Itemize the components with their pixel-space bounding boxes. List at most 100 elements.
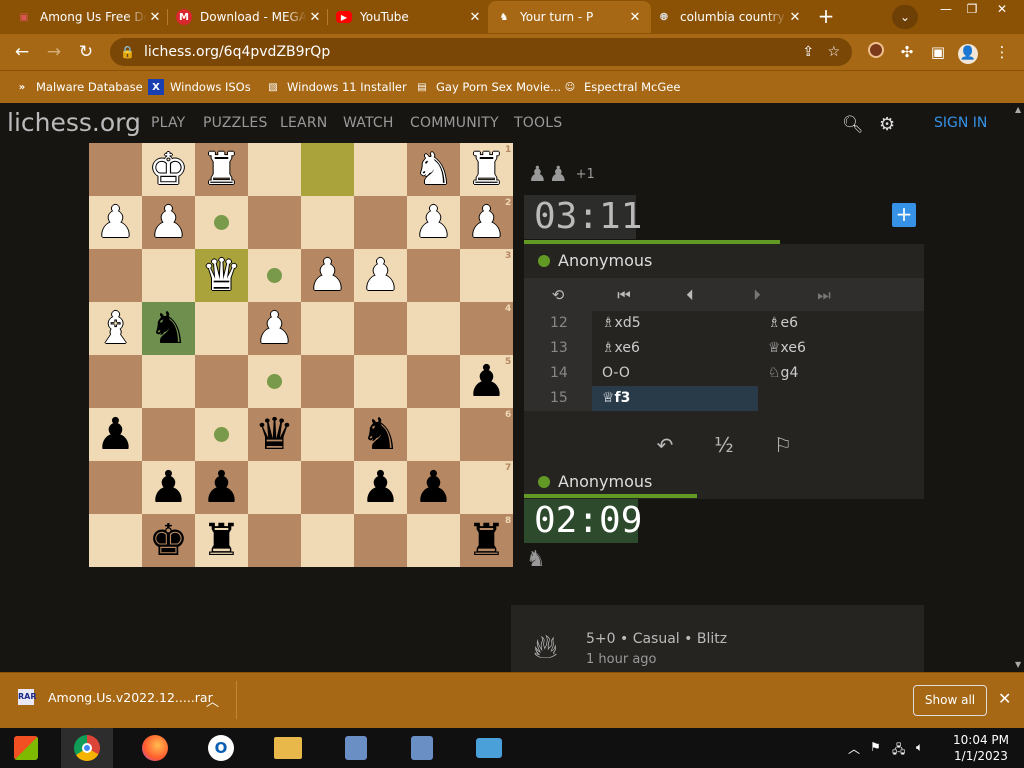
chevron-up-icon[interactable]: ︿ [848, 740, 860, 757]
network-tray-icon[interactable]: 🖧 [892, 740, 905, 761]
firefox-icon[interactable] [129, 728, 181, 768]
square-c1[interactable] [354, 143, 407, 196]
close-window-button[interactable]: ✕ [988, 0, 1016, 18]
minimize-button[interactable]: — [932, 0, 960, 18]
square-c5[interactable] [354, 355, 407, 408]
square-b2[interactable] [407, 196, 460, 249]
scroll-down-icon[interactable]: ▼ [1015, 660, 1021, 669]
square-f5[interactable] [195, 355, 248, 408]
bookmark-item[interactable]: ☺ Espectral McGee [562, 77, 681, 97]
white-move[interactable]: ♗xe6 [592, 336, 758, 361]
new-tab-button[interactable]: + [814, 5, 838, 29]
move-hint-dot[interactable] [267, 374, 282, 389]
last-move-icon[interactable]: ⏭ [812, 283, 836, 307]
square-f8[interactable] [195, 514, 248, 567]
edge-icon[interactable]: O [195, 728, 247, 768]
move-hint-dot[interactable] [267, 268, 282, 283]
square-g7[interactable] [142, 461, 195, 514]
chrome-icon[interactable] [61, 728, 113, 768]
close-tab-icon[interactable]: ✕ [787, 10, 803, 25]
square-b5[interactable] [407, 355, 460, 408]
close-tab-icon[interactable]: ✕ [307, 10, 323, 25]
offer-draw-button[interactable]: ½ [709, 433, 739, 457]
tab-lichess[interactable]: ♞ Your turn - P ✕ [488, 1, 651, 33]
installer-icon[interactable] [330, 728, 382, 768]
square-g1[interactable] [142, 143, 195, 196]
square-d4[interactable] [301, 302, 354, 355]
nav-learn[interactable]: LEARN [280, 115, 327, 131]
square-b4[interactable] [407, 302, 460, 355]
first-move-icon[interactable]: ⏮ [612, 283, 636, 307]
square-d5[interactable] [301, 355, 354, 408]
square-b1[interactable] [407, 143, 460, 196]
bookmark-item[interactable]: » Malware Database [14, 77, 143, 97]
nav-watch[interactable]: WATCH [343, 115, 394, 131]
square-e4[interactable] [248, 302, 301, 355]
square-c2[interactable] [354, 196, 407, 249]
show-all-button[interactable]: Show all [913, 685, 987, 716]
square-f7[interactable] [195, 461, 248, 514]
square-g3[interactable] [142, 249, 195, 302]
white-move[interactable]: ♕f3 [592, 386, 758, 411]
profile-avatar-icon[interactable] [866, 42, 886, 62]
account-icon[interactable]: 👤 [958, 42, 978, 64]
square-g5[interactable] [142, 355, 195, 408]
square-e6[interactable] [248, 408, 301, 461]
square-c4[interactable] [354, 302, 407, 355]
share-icon[interactable]: ⇪ [802, 44, 814, 60]
square-f4[interactable] [195, 302, 248, 355]
nav-puzzles[interactable]: PUZZLES [203, 115, 268, 131]
explorer-icon[interactable] [262, 728, 314, 768]
square-b7[interactable] [407, 461, 460, 514]
close-tab-icon[interactable]: ✕ [627, 10, 643, 25]
extensions-icon[interactable]: ✣ [897, 42, 917, 62]
square-e7[interactable] [248, 461, 301, 514]
close-tab-icon[interactable]: ✕ [147, 10, 163, 25]
installer-icon[interactable] [396, 728, 448, 768]
square-e2[interactable] [248, 196, 301, 249]
nav-play[interactable]: PLAY [151, 115, 185, 131]
square-b3[interactable] [407, 249, 460, 302]
takeback-icon[interactable]: ↶ [650, 433, 680, 457]
square-h7[interactable] [89, 461, 142, 514]
download-item[interactable]: RAR Among.Us.v2022.12.....rar [18, 689, 213, 705]
reload-button[interactable]: ↻ [74, 40, 98, 64]
move-hint-dot[interactable] [214, 427, 229, 442]
chess-board[interactable]: ♚ ♜ ♞ ♜ ♟ ♟ ♟ ♟ ♛ ♟ ♟ ♝ ♟ ♞ ♟ ♟ ♛ ♞ ♟ ♟ ♟ ♟ ♚ ♜ ♜ 1 2 3 4 5 6 7 8 h g f e d c b… [89, 143, 513, 567]
network-icon[interactable] [463, 728, 515, 768]
forward-button[interactable]: → [42, 40, 66, 64]
scroll-up-icon[interactable]: ▲ [1015, 105, 1021, 114]
volume-icon[interactable]: 🔈︎ [916, 740, 923, 755]
square-e1[interactable] [248, 143, 301, 196]
square-c3[interactable] [354, 249, 407, 302]
bookmark-item[interactable]: ▧ Windows 11 Installer [265, 77, 406, 97]
square-h2[interactable] [89, 196, 142, 249]
next-move-icon[interactable]: ⏵ [745, 283, 769, 307]
tab-search-button[interactable]: ⌄ [892, 5, 918, 29]
flag-icon[interactable]: ⚑ [870, 740, 881, 754]
bookmark-star-icon[interactable]: ☆ [827, 44, 840, 60]
resign-flag-icon[interactable]: ⚐ [768, 433, 798, 457]
move-hint-dot[interactable] [214, 215, 229, 230]
square-g2[interactable] [142, 196, 195, 249]
square-d1[interactable] [301, 143, 354, 196]
tab-globe[interactable]: 🌐︎ columbia country ✕ [648, 1, 811, 33]
square-f1[interactable] [195, 143, 248, 196]
nav-tools[interactable]: TOOLS [514, 115, 562, 131]
bookmark-item[interactable]: X Windows ISOs [148, 77, 251, 97]
address-bar[interactable]: 🔒 lichess.org/6q4pvdZB9rQp ⇪ ☆ [110, 38, 852, 66]
square-d6[interactable] [301, 408, 354, 461]
square-h4[interactable] [89, 302, 142, 355]
square-d2[interactable] [301, 196, 354, 249]
square-b6[interactable] [407, 408, 460, 461]
close-icon[interactable]: ✕ [998, 689, 1011, 708]
side-panel-icon[interactable]: ▣ [928, 42, 948, 62]
chevron-up-icon[interactable]: ︿ [206, 691, 219, 710]
back-button[interactable]: ← [10, 40, 34, 64]
white-move[interactable]: O-O [592, 361, 758, 386]
black-move[interactable]: ♗e6 [758, 311, 924, 336]
site-logo[interactable]: lichess.org [7, 108, 141, 137]
black-move[interactable]: ♕xe6 [758, 336, 924, 361]
top-player[interactable]: Anonymous [524, 244, 924, 278]
tab-mega[interactable]: M Download - MEGA ✕ [168, 1, 331, 33]
